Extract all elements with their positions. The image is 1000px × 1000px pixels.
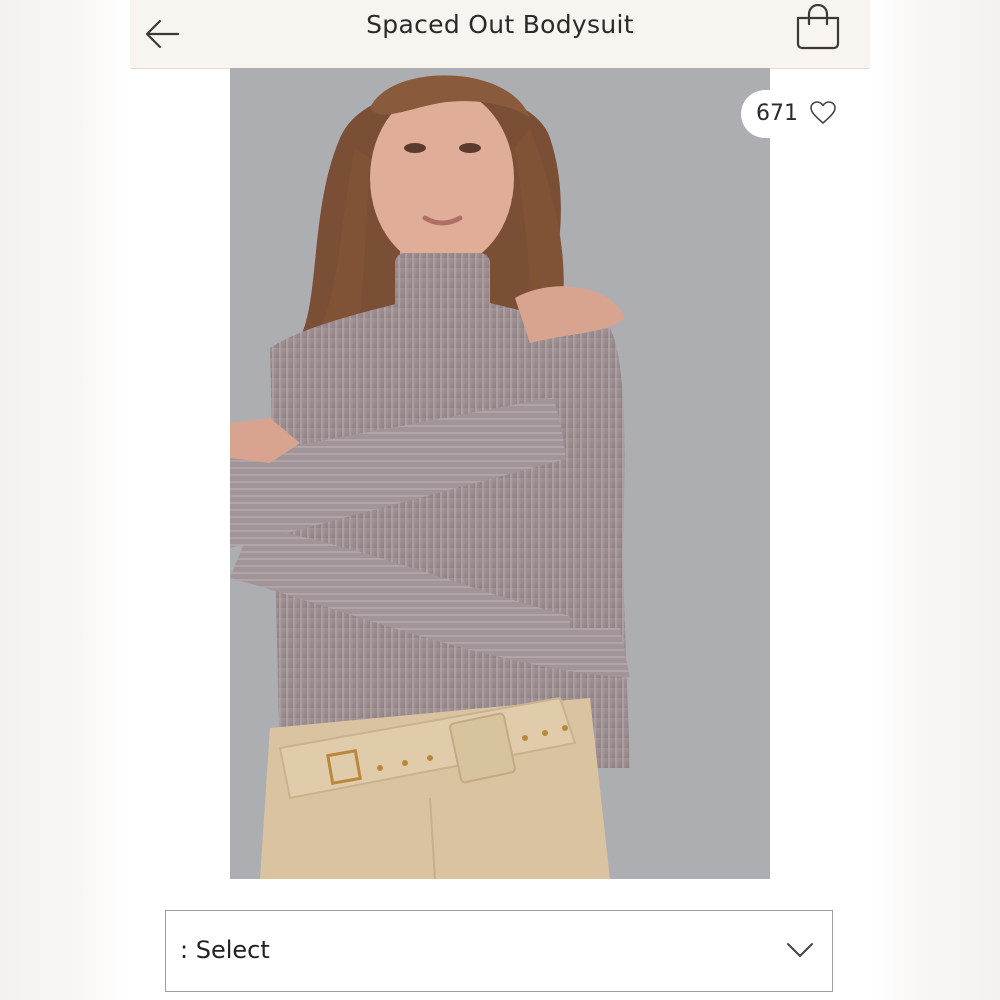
back-button[interactable] xyxy=(142,14,182,54)
product-screen: Spaced Out Bodysuit 671: Select xyxy=(130,0,870,1000)
like-count: 671 xyxy=(756,101,798,126)
product-photo[interactable] xyxy=(230,68,770,879)
select-label: : Select xyxy=(180,936,270,964)
like-button[interactable]: 671 xyxy=(741,90,851,138)
arrow-left-icon xyxy=(145,19,180,49)
chevron-down-icon xyxy=(787,943,813,957)
shopping-bag-icon xyxy=(796,3,840,50)
size-select[interactable]: : Select xyxy=(165,910,833,992)
top-bar: Spaced Out Bodysuit xyxy=(130,0,870,69)
page-title: Spaced Out Bodysuit xyxy=(366,10,634,39)
heart-outline-icon xyxy=(810,101,836,124)
model-photo xyxy=(230,68,770,879)
cart-button[interactable] xyxy=(794,3,842,52)
